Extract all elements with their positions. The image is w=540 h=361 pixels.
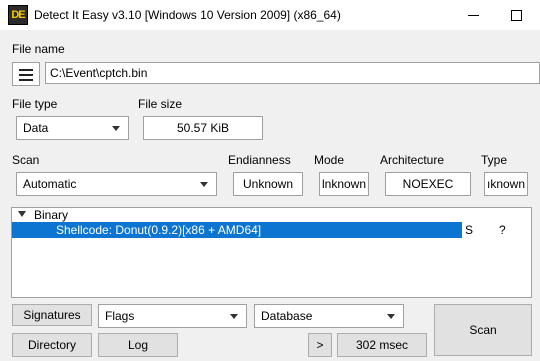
architecture-label: Architecture — [380, 153, 445, 167]
mode-label: Mode — [314, 153, 345, 167]
directory-button[interactable]: Directory — [12, 333, 92, 357]
scan-button[interactable]: Scan — [434, 304, 532, 356]
signatures-button[interactable]: Signatures — [12, 304, 92, 326]
results-tree[interactable] — [11, 207, 532, 298]
database-select[interactable]: Database — [254, 304, 404, 328]
tree-row-shellcode[interactable]: Shellcode: Donut(0.9.2)[x86 + AMD64] — [12, 222, 462, 238]
app-icon: DE — [8, 5, 28, 25]
type-label: Type — [481, 153, 508, 167]
architecture-field: NOEXEC — [385, 172, 471, 196]
file-name-input[interactable]: C:\Event\cptch.bin — [45, 62, 540, 84]
tree-group-binary[interactable]: Binary — [34, 208, 68, 222]
endianness-label: Endianness — [228, 153, 291, 167]
file-type-value: Data — [23, 121, 49, 135]
tree-expand-icon[interactable] — [18, 211, 26, 217]
list-menu-icon[interactable] — [12, 62, 40, 86]
dropdown-arrow-icon — [387, 314, 395, 319]
scan-select[interactable]: Automatic — [16, 172, 217, 196]
file-size-label: File size — [138, 97, 183, 111]
file-size-field: 50.57 KiB — [143, 116, 263, 140]
database-value: Database — [261, 309, 313, 323]
mode-field: lnknown — [319, 172, 369, 196]
scan-value: Automatic — [23, 177, 77, 191]
file-name-label: File name — [12, 42, 65, 56]
flags-value: Flags — [105, 309, 135, 323]
scan-label: Scan — [12, 153, 40, 167]
dropdown-arrow-icon — [112, 126, 120, 131]
file-type-label: File type — [12, 97, 58, 111]
window-title: Detect It Easy v3.10 [Windows 10 Version… — [34, 8, 341, 22]
maximize-icon[interactable] — [506, 6, 526, 24]
dropdown-arrow-icon — [200, 182, 208, 187]
log-button[interactable]: Log — [98, 333, 178, 357]
dropdown-arrow-icon — [230, 314, 238, 319]
flags-select[interactable]: Flags — [98, 304, 247, 328]
minimize-icon[interactable] — [464, 6, 484, 24]
more-button[interactable]: > — [308, 333, 332, 357]
file-type-select[interactable]: Data — [16, 116, 129, 140]
row-signature-button[interactable]: S — [465, 223, 473, 237]
row-info-button[interactable]: ? — [499, 223, 506, 237]
type-field: ıknown — [484, 172, 528, 196]
elapsed-time-button[interactable]: 302 msec — [337, 333, 427, 357]
endianness-field: Unknown — [233, 172, 303, 196]
